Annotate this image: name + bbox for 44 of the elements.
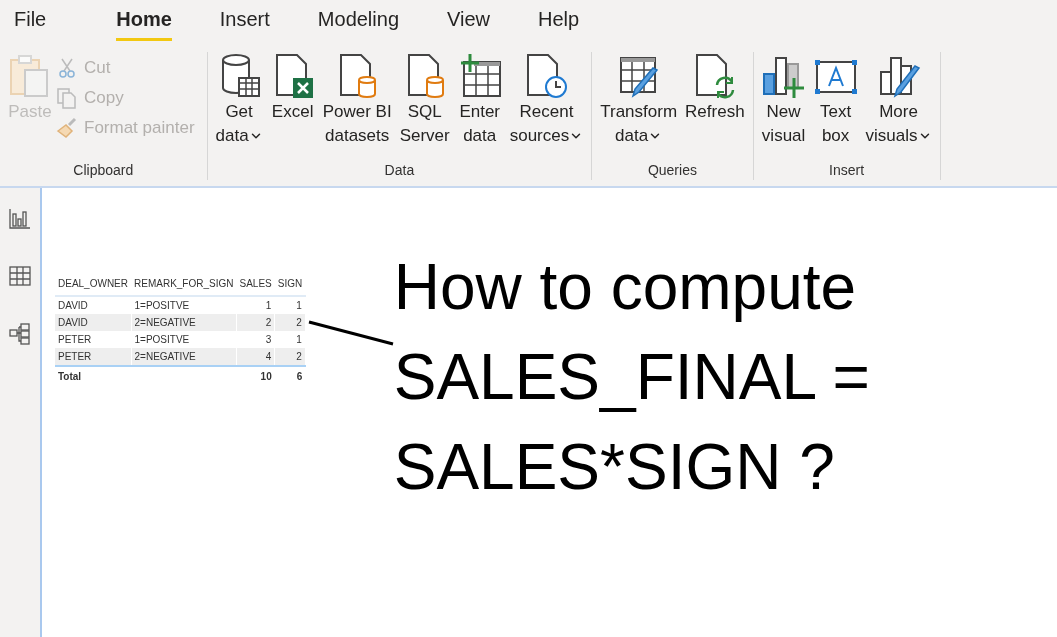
column-header: SIGN xyxy=(274,272,306,296)
group-label: Queries xyxy=(646,161,698,180)
group-label: Clipboard xyxy=(72,161,135,180)
ribbon-button[interactable]: Power BI datasets xyxy=(318,52,396,148)
column-header: SALES xyxy=(236,272,275,296)
ribbon-button[interactable]: Refresh xyxy=(681,52,749,124)
table-cell: 2=NEGATIVE xyxy=(131,348,237,366)
ribbon-button[interactable]: Recent sources xyxy=(505,52,588,148)
paintbrush-icon xyxy=(56,117,78,139)
column-header: REMARK_FOR_SIGN xyxy=(131,272,237,296)
table-cell: DAVID xyxy=(55,314,131,331)
ribbon-button[interactable]: Excel xyxy=(266,52,319,124)
table-cell: PETER xyxy=(55,348,131,366)
total-cell: 6 xyxy=(274,366,306,386)
model-view-icon[interactable] xyxy=(8,322,32,346)
ribbon-button[interactable]: SQL Server xyxy=(395,52,454,148)
ribbon-button[interactable]: More visuals xyxy=(861,52,936,148)
total-label: Total xyxy=(55,366,131,386)
table-cell: 2=NEGATIVE xyxy=(131,314,237,331)
ribbon-tab[interactable]: File xyxy=(14,6,93,46)
ribbon-tab[interactable]: View xyxy=(423,6,514,46)
ribbon-button[interactable]: Enter data xyxy=(453,52,506,148)
table-cell: 2 xyxy=(236,314,275,331)
column-header: DEAL_OWNER xyxy=(55,272,131,296)
group-label: Insert xyxy=(828,161,866,180)
table-cell: 4 xyxy=(236,348,275,366)
ribbon-tab[interactable]: Modeling xyxy=(293,6,423,46)
scissors-icon xyxy=(56,57,78,79)
ribbon-tab[interactable]: Insert xyxy=(195,6,294,46)
copy-icon xyxy=(56,87,78,109)
table-cell: 2 xyxy=(274,348,306,366)
ribbon-button[interactable]: Transform data xyxy=(596,52,682,148)
ribbon-button[interactable]: Get data xyxy=(211,52,267,148)
annotation-text: How to compute SALES_FINAL = SALES*SIGN ? xyxy=(393,250,870,505)
table-view-icon[interactable] xyxy=(8,264,32,288)
total-cell: 10 xyxy=(236,366,275,386)
ribbon-tab[interactable]: Home xyxy=(92,6,196,46)
ribbon-tab[interactable]: Help xyxy=(514,6,604,46)
group-label: Data xyxy=(383,161,416,180)
table-cell: 2 xyxy=(274,314,306,331)
report-view-icon[interactable] xyxy=(8,206,32,230)
ribbon-button[interactable]: Text box xyxy=(809,52,862,148)
file-clock-icon xyxy=(524,52,569,100)
ribbon-button[interactable]: New visual xyxy=(757,52,810,148)
